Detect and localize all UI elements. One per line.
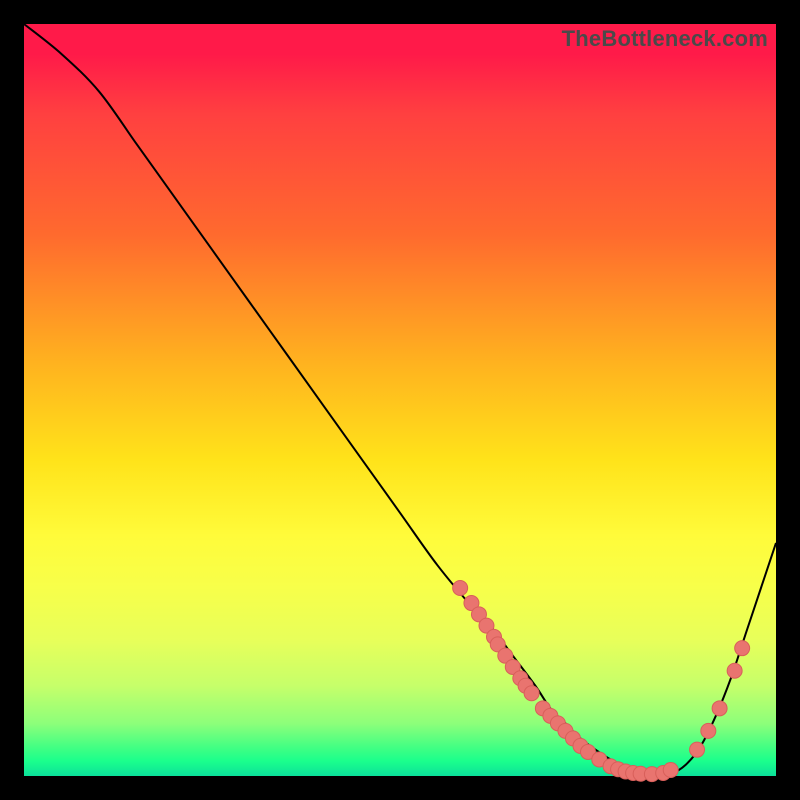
data-dot bbox=[690, 742, 705, 757]
data-dot bbox=[735, 641, 750, 656]
chart-frame: TheBottleneck.com bbox=[24, 24, 776, 776]
data-dot bbox=[663, 762, 678, 777]
data-dot bbox=[701, 723, 716, 738]
data-dots-group bbox=[453, 581, 750, 782]
data-dot bbox=[712, 701, 727, 716]
curve-svg bbox=[24, 24, 776, 776]
data-dot bbox=[453, 581, 468, 596]
bottleneck-curve bbox=[24, 24, 776, 775]
data-dot bbox=[524, 686, 539, 701]
data-dot bbox=[727, 663, 742, 678]
